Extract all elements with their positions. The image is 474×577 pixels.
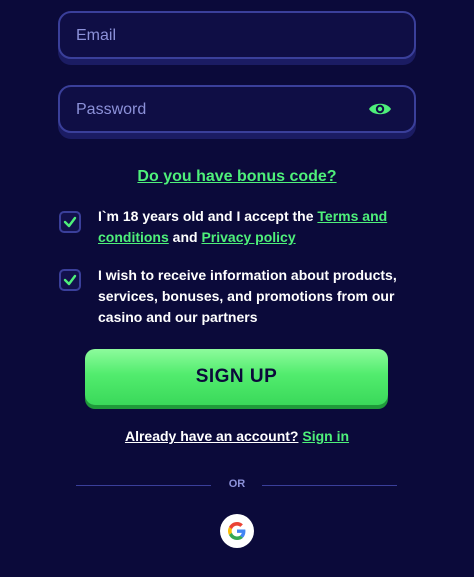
- terms-and-text: and: [168, 229, 202, 245]
- eye-icon[interactable]: [368, 99, 392, 119]
- marketing-checkbox[interactable]: [59, 269, 81, 291]
- terms-checkbox[interactable]: [59, 211, 81, 233]
- bonus-code-link[interactable]: Do you have bonus code?: [137, 168, 336, 185]
- check-icon: [63, 216, 77, 228]
- check-icon: [63, 274, 77, 286]
- or-divider-label: OR: [228, 478, 246, 490]
- email-input[interactable]: [74, 13, 368, 59]
- marketing-label: I wish to receive information about prod…: [98, 267, 397, 325]
- privacy-policy-link[interactable]: Privacy policy: [201, 229, 295, 245]
- sign-in-row: Already have an account? Sign in: [0, 428, 474, 444]
- bonus-code-row: Do you have bonus code?: [0, 168, 474, 186]
- email-field[interactable]: [58, 11, 416, 59]
- sign-in-link[interactable]: Sign in: [302, 428, 349, 444]
- google-login-button[interactable]: [220, 514, 254, 548]
- google-icon: [228, 522, 246, 540]
- terms-text: I`m 18 years old and I accept the: [98, 208, 318, 224]
- sign-up-button[interactable]: SIGN UP: [85, 349, 388, 405]
- password-field[interactable]: [58, 85, 416, 133]
- sign-in-prompt: Already have an account?: [124, 428, 299, 444]
- divider-right: [262, 485, 397, 486]
- terms-label: I`m 18 years old and I accept the Terms …: [98, 206, 408, 248]
- password-input[interactable]: [74, 87, 368, 133]
- divider-left: [76, 485, 211, 486]
